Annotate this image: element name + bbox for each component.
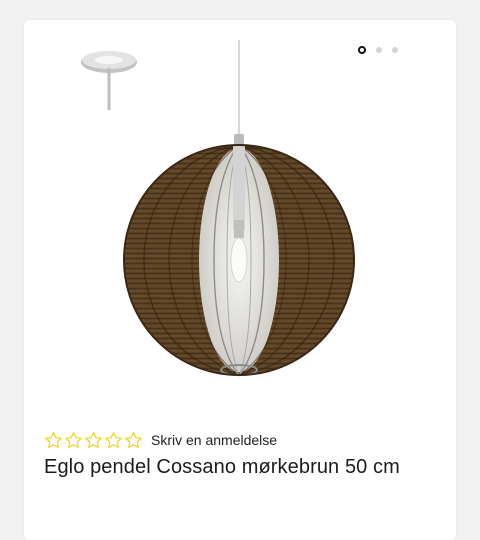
star-icon[interactable] (124, 431, 143, 450)
carousel-dot-2[interactable] (376, 47, 382, 53)
lamp-shade (123, 143, 355, 377)
rating-row: Skriv en anmeldelse (44, 428, 277, 452)
product-title: Eglo pendel Cossano mørkebrun 50 cm (44, 456, 400, 478)
carousel-dot-3[interactable] (392, 47, 398, 53)
carousel-dots (358, 46, 398, 54)
ceiling-canopy-thumbnail (81, 51, 137, 110)
product-image[interactable] (24, 20, 456, 420)
write-review-link[interactable]: Skriv en anmeldelse (151, 432, 277, 448)
star-rating[interactable] (44, 431, 143, 450)
product-card: Skriv en anmeldelse Eglo pendel Cossano … (24, 20, 456, 540)
star-icon[interactable] (64, 431, 83, 450)
carousel-dot-1[interactable] (358, 46, 366, 54)
star-icon[interactable] (104, 431, 123, 450)
image-carousel[interactable] (24, 20, 456, 420)
star-icon[interactable] (84, 431, 103, 450)
star-icon[interactable] (44, 431, 63, 450)
